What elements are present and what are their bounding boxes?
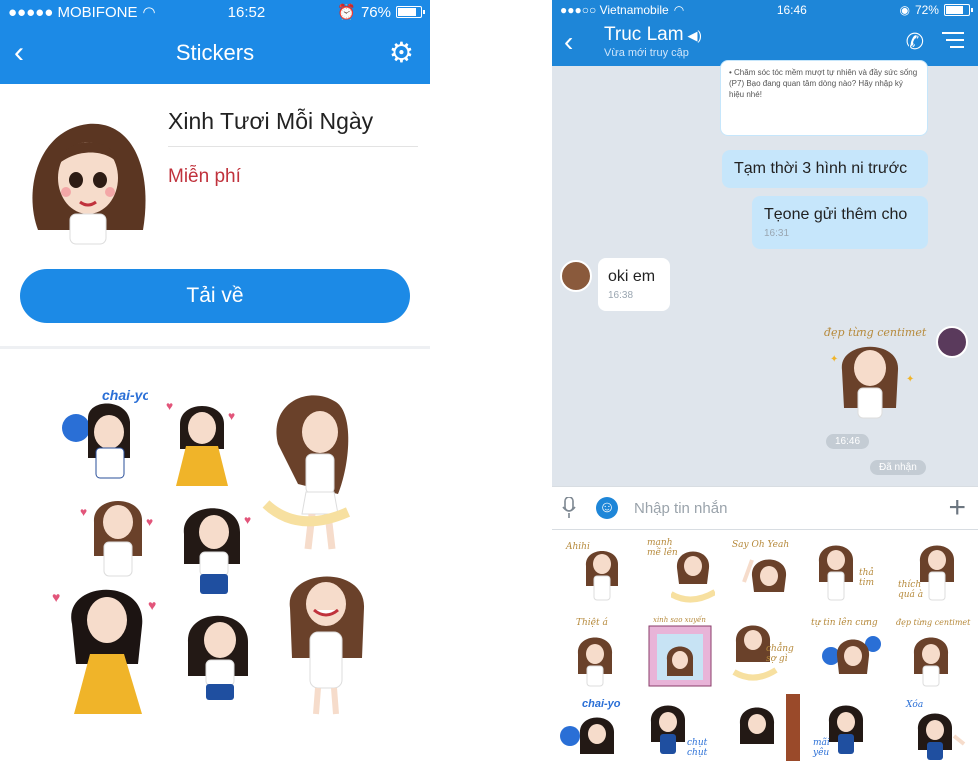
svg-text:♥: ♥ [80,505,87,519]
sticker-item[interactable]: Thiệt á [552,614,637,694]
svg-text:♥: ♥ [146,515,153,529]
sticker-item[interactable]: đẹp từng centimet [892,614,977,694]
sticker-pack-info: Xinh Tươi Mỗi Ngày Miễn phí Tải về [0,84,430,346]
sticker-caption: xinh sao xuyến [653,616,706,624]
carrier-text: ●●●●● MOBIFONE [8,3,138,21]
sticker-caption: chụt chụt [687,738,708,758]
sticker-pout-blue [187,615,248,700]
sticker-caption: Thiệt á [576,618,608,628]
sticker-item[interactable]: Say Oh Yeah [722,534,807,614]
sticker-caption: thả tim [859,568,875,588]
message-bubble-incoming: oki em 16:38 [598,258,670,311]
sticker-caption: tự tin lên cưng [811,618,878,628]
location-icon: ◉ [899,3,910,17]
sticker-caption: mãi yêu [813,738,830,758]
phone-icon[interactable]: ✆ [906,29,924,55]
svg-text:✦: ✦ [830,354,838,365]
sticker-item[interactable]: Ahihi [552,534,637,614]
page-title: Stickers [175,40,255,65]
sticker-picker-grid: Ahihi mạnh mẽ lên Say Oh Yeah thả tim th… [552,530,978,761]
sticker-item[interactable]: thích quá à [892,534,977,614]
message-time: 16:31 [764,228,790,239]
back-chevron-icon[interactable]: ‹ [564,26,573,58]
message-bubble-outgoing: Tẹone gửi thêm cho 16:31 [752,196,928,249]
battery-icon [396,6,425,18]
section-separator [0,346,430,349]
sticker-caption: đẹp từng centimet [824,326,927,339]
sticker-item[interactable]: tự tin lên cưng [807,614,892,694]
sticker-hair-flip [262,395,351,550]
header-bar: ‹ Stickers ⚙ [0,24,430,84]
delivery-status: Đã nhận [870,460,926,475]
sticker-caption: chai-yo [582,698,621,710]
contact-status: Vừa mới truy cập [604,47,689,59]
alarm-icon: ⏰ [337,4,356,21]
menu-icon[interactable] [942,32,964,53]
contact-avatar[interactable] [560,260,592,292]
speaker-icon: ◀) [687,28,702,43]
sticker-pack-price: Miễn phí [168,166,241,187]
message-bubble-partial: • Chăm sóc tóc mềm mượt tự nhiên và đầy … [720,60,928,136]
sticker-time: 16:46 [826,434,870,449]
clock: 16:46 [776,3,807,17]
gear-icon[interactable]: ⚙ [389,36,414,69]
sticker-laughing [289,576,365,715]
download-button[interactable]: Tải về [20,269,410,323]
message-input[interactable]: Nhập tin nhắn [634,500,727,517]
sticker-pack-thumbnail [32,123,146,245]
sticker-item[interactable]: xinh sao xuyến [637,614,722,694]
contact-name: Truc Lam [604,24,684,45]
battery-percent: 76% [360,3,391,21]
sticker-caption: chẳng sợ gì [766,644,794,664]
status-bar: ●●●●● MOBIFONE ◠ 16:52 ⏰ 76% [0,0,430,24]
message-text: Tẹone gửi thêm cho [764,206,908,223]
wifi-icon: ◠ [142,4,156,21]
sticker-caption: đẹp từng centimet [896,618,971,627]
sticker-store-screen: ●●●●● MOBIFONE ◠ 16:52 ⏰ 76% ‹ Stickers … [0,0,430,761]
sticker-happy-yellow: ♥ ♥ [166,399,235,486]
plus-icon[interactable]: + [948,491,966,525]
svg-text:♥: ♥ [228,409,235,423]
sticker-item[interactable]: chụt chụt [637,694,722,761]
wifi-icon: ◠ [673,3,685,17]
sticker-wink-blue: ♥ [183,508,251,594]
sticker-caption: chai-yo [102,388,148,403]
sticker-item[interactable]: chẳng sợ gì [722,614,807,694]
microphone-icon[interactable] [562,497,576,519]
svg-text:♥: ♥ [52,589,60,605]
contact-name-row[interactable]: Truc Lam ◀) [604,24,702,46]
sticker-preview-collage: chai-yo ♥ ♥ ♥ ♥ ♥ ♥ ♥ [50,378,380,718]
battery-icon [943,4,973,16]
battery-percent: 72% [914,3,939,17]
divider [168,146,418,147]
sticker-item[interactable] [722,694,807,761]
clock: 16:52 [227,3,266,21]
svg-text:✦: ✦ [906,374,914,385]
message-bubble-outgoing: Tạm thời 3 hình ni trước [722,150,928,188]
sticker-cheer: chai-yo [62,388,148,479]
chat-screen: ●●●○○ Vietnamobile ◠ 16:46 ◉ 72% ‹ Truc … [552,0,978,761]
sticker-item[interactable]: mạnh mẽ lên [637,534,722,614]
message-input-bar: ☺ Nhập tin nhắn + [552,486,978,530]
svg-text:♥: ♥ [148,597,156,613]
message-list[interactable]: • Chăm sóc tóc mềm mượt tự nhiên và đầy … [552,60,978,486]
sticker-black-hair-yellow-dress: ♥ ♥ [52,589,156,714]
emoji-icon[interactable]: ☺ [596,497,618,519]
sticker-item[interactable]: chai-yo [552,694,637,761]
sticker-item[interactable]: mãi yêu [807,694,892,761]
status-bar: ●●●○○ Vietnamobile ◠ 16:46 ◉ 72% [552,0,978,20]
sticker-item[interactable]: thả tim [807,534,892,614]
sticker-item[interactable]: Xóa [892,694,977,761]
sticker-caption: Say Oh Yeah [732,540,790,550]
sticker-hearts: ♥ ♥ [80,501,153,577]
message-time: 16:38 [608,290,634,301]
sticker-caption: thích quá à [898,580,924,600]
sent-sticker[interactable]: đẹp từng centimet ✦ ✦ [820,322,936,422]
carrier-text: ●●●○○ Vietnamobile [560,3,669,17]
my-avatar[interactable] [936,326,968,358]
sticker-pack-name: Xinh Tươi Mỗi Ngày [168,108,374,134]
message-text: oki em [608,268,656,285]
svg-text:♥: ♥ [166,399,173,413]
svg-text:♥: ♥ [244,513,251,527]
